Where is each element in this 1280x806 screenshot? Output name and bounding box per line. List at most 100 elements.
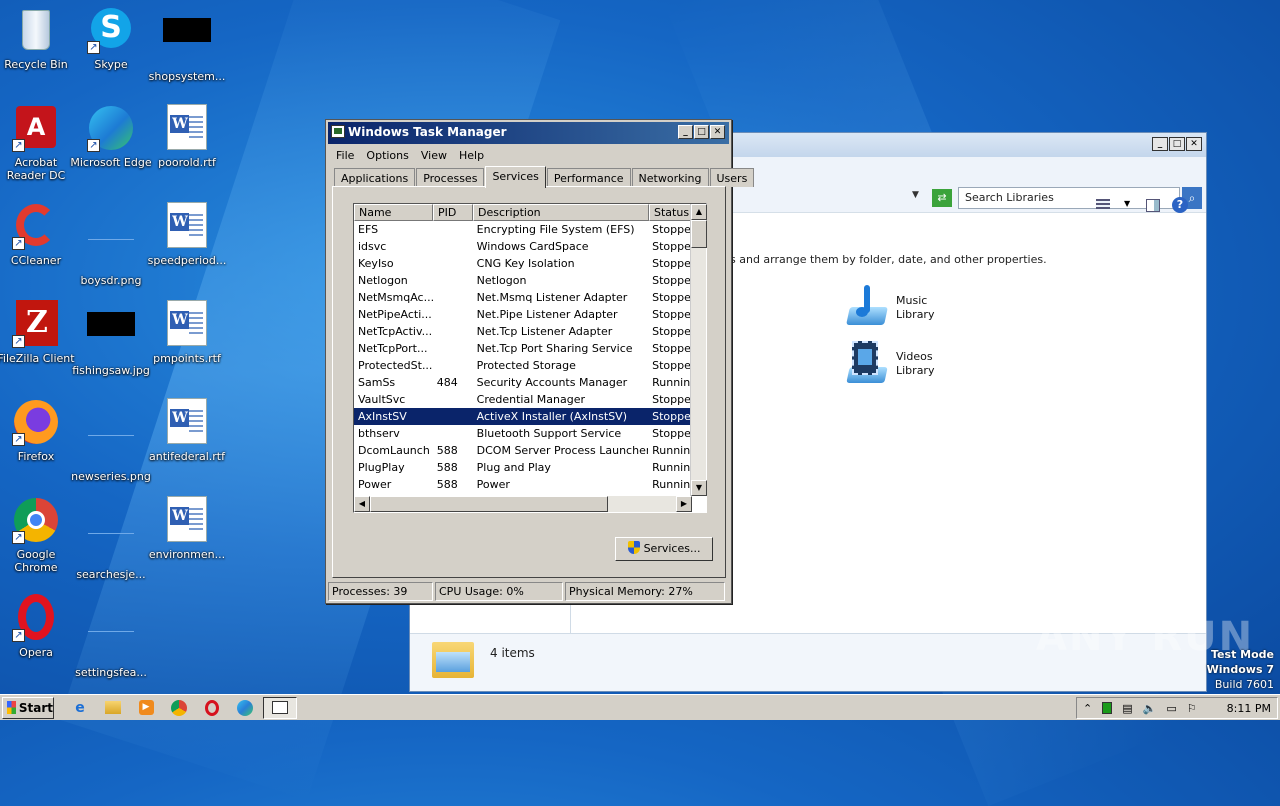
services-button[interactable]: Services... (615, 537, 713, 561)
action-center-flag-icon[interactable]: ⚐ (1187, 702, 1197, 715)
scroll-thumb[interactable] (370, 496, 608, 512)
view-options-icon[interactable] (1096, 199, 1110, 211)
desktop-icon[interactable]: ↗ Firefox (0, 398, 77, 463)
table-row[interactable]: PlugPlay 588 Plug and Play Runnin (354, 459, 690, 476)
windows-logo-icon (7, 701, 16, 714)
volume-icon[interactable]: 🔈 (1143, 702, 1157, 715)
desktop-icon[interactable]: fishingsaw.jpg (70, 300, 152, 377)
menu-view[interactable]: View (415, 146, 453, 166)
show-hidden-icons[interactable]: ⌃ (1083, 702, 1092, 715)
desktop-icon[interactable]: Wantifederal.rtf (146, 398, 228, 463)
desktop-icon[interactable]: S ↗ Skype (70, 6, 152, 71)
table-row[interactable]: NetMsmqAc... Net.Msmq Listener Adapter Sto… (354, 289, 690, 306)
desktop-icon[interactable]: Wpoorold.rtf (146, 104, 228, 169)
table-row[interactable]: NetTcpActiv... Net.Tcp Listener Adapter St… (354, 323, 690, 340)
column-description[interactable]: Description (473, 204, 649, 221)
start-button[interactable]: Start (2, 696, 54, 719)
desktop-icon[interactable]: ↗ CCleaner (0, 202, 77, 267)
table-row[interactable]: NetTcpPort... Net.Tcp Port Sharing Servic… (354, 340, 690, 357)
column-status[interactable]: Status (649, 204, 691, 221)
tab-performance[interactable]: Performance (546, 168, 631, 187)
table-row[interactable]: ProtectedSt... Protected Storage Stoppe (354, 357, 690, 374)
desktop-icon[interactable]: searchesje... (70, 496, 152, 581)
table-row[interactable]: VaultSvc Credential Manager Stoppe (354, 391, 690, 408)
desktop-icon[interactable]: ↗ Google Chrome (0, 496, 77, 574)
table-row[interactable]: EFS Encrypting File System (EFS) Stoppe (354, 221, 690, 238)
menu-options[interactable]: Options (360, 146, 414, 166)
desktop-icon-label: poorold.rtf (158, 156, 216, 169)
cell-status: Runnin (652, 478, 690, 491)
vertical-scrollbar[interactable]: ▲ ▼ (690, 204, 707, 496)
desktop-icon[interactable]: ↗ Microsoft Edge (70, 104, 152, 169)
scroll-thumb[interactable] (691, 220, 707, 248)
desktop-icon-label: speedperiod... (147, 254, 227, 267)
table-row[interactable]: Power 588 Power Runnin (354, 476, 690, 493)
desktop-icon[interactable]: shopsystem... (146, 6, 228, 83)
cell-status: Stoppe (652, 308, 690, 321)
display-icon[interactable]: ▭ (1166, 702, 1176, 715)
menu-file[interactable]: File (330, 146, 360, 166)
media-player-icon[interactable]: ▶ (134, 697, 158, 719)
desktop-icon[interactable]: Wpmpoints.rtf (146, 300, 228, 365)
table-row[interactable]: SamSs 484 Security Accounts Manager Runnin (354, 374, 690, 391)
edge-icon[interactable] (233, 697, 257, 719)
minimize-icon[interactable]: _ (678, 125, 693, 139)
shortcut-arrow-icon: ↗ (12, 629, 25, 642)
cell-description: Credential Manager (476, 393, 585, 406)
desktop-icon[interactable]: boysdr.png (70, 202, 152, 287)
chevron-down-icon[interactable]: ▼ (1124, 199, 1130, 208)
desktop-icon[interactable]: settingsfea... (70, 594, 152, 679)
table-row[interactable]: AxInstSV ActiveX Installer (AxInstSV) Stop… (354, 408, 690, 425)
maximize-icon[interactable]: □ (1169, 137, 1185, 151)
close-icon[interactable]: ✕ (710, 125, 725, 139)
table-row[interactable]: bthserv Bluetooth Support Service Stoppe (354, 425, 690, 442)
tab-applications[interactable]: Applications (334, 168, 416, 187)
desktop-icon[interactable]: Recycle Bin (0, 6, 77, 71)
preview-pane-icon[interactable] (1146, 199, 1160, 212)
table-row[interactable]: KeyIso CNG Key Isolation Stoppe (354, 255, 690, 272)
desktop-icon[interactable]: ↗ Opera (0, 594, 77, 659)
desktop-icon[interactable]: newseries.png (70, 398, 152, 483)
chevron-down-icon[interactable]: ▼ (912, 190, 919, 200)
clock[interactable]: 8:11 PM (1227, 702, 1271, 715)
column-pid[interactable]: PID (433, 204, 473, 221)
ie-icon[interactable]: e (68, 697, 92, 719)
menu-help[interactable]: Help (453, 146, 490, 166)
close-icon[interactable]: ✕ (1186, 137, 1202, 151)
scroll-up-icon[interactable]: ▲ (691, 204, 707, 220)
table-row[interactable]: Netlogon Netlogon Stoppe (354, 272, 690, 289)
desktop-icon[interactable]: A ↗ Acrobat Reader DC (0, 104, 77, 182)
column-name[interactable]: Name (354, 204, 433, 221)
task-manager-window[interactable]: Windows Task Manager _ □ ✕ File Options … (325, 119, 755, 604)
scroll-down-icon[interactable]: ▼ (691, 480, 707, 496)
maximize-icon[interactable]: □ (694, 125, 709, 139)
table-row[interactable]: NetPipeActi... Net.Pipe Listener Adapter S… (354, 306, 690, 323)
table-row[interactable]: idsvc Windows CardSpace Stoppe (354, 238, 690, 255)
taskbar-task-manager[interactable] (263, 696, 297, 719)
chrome-icon[interactable] (167, 697, 191, 719)
horizontal-scrollbar[interactable]: ◀ ▶ (354, 496, 692, 512)
desktop-icon[interactable]: Z ↗ FileZilla Client (0, 300, 77, 365)
desktop-icon[interactable]: Wspeedperiod... (146, 202, 228, 267)
tab-strip: Applications Processes Services Performa… (334, 166, 755, 188)
minimize-icon[interactable]: _ (1152, 137, 1168, 151)
scroll-right-icon[interactable]: ▶ (676, 496, 692, 512)
tab-services[interactable]: Services (485, 166, 546, 188)
item-count: 4 items (490, 646, 535, 660)
services-list[interactable]: Name PID Description Status EFS Encryptin… (353, 203, 707, 513)
desktop-icon[interactable]: Wenvironmen... (146, 496, 228, 561)
refresh-icon[interactable]: ⇄ (932, 189, 952, 207)
music-library[interactable]: Music Library (844, 285, 934, 331)
tab-processes[interactable]: Processes (416, 168, 485, 187)
task-manager-titlebar[interactable]: Windows Task Manager _ □ ✕ (328, 122, 729, 144)
battery-icon[interactable] (1102, 702, 1113, 714)
explorer-icon[interactable] (101, 697, 125, 719)
help-icon[interactable]: ? (1172, 197, 1188, 213)
tab-users[interactable]: Users (709, 168, 755, 187)
videos-library[interactable]: Videos Library (844, 341, 934, 387)
tab-networking[interactable]: Networking (631, 168, 709, 187)
network-icon[interactable]: ▤ (1122, 702, 1132, 715)
scroll-left-icon[interactable]: ◀ (354, 496, 370, 512)
opera-icon[interactable] (200, 697, 224, 719)
table-row[interactable]: DcomLaunch 588 DCOM Server Process Launche… (354, 442, 690, 459)
